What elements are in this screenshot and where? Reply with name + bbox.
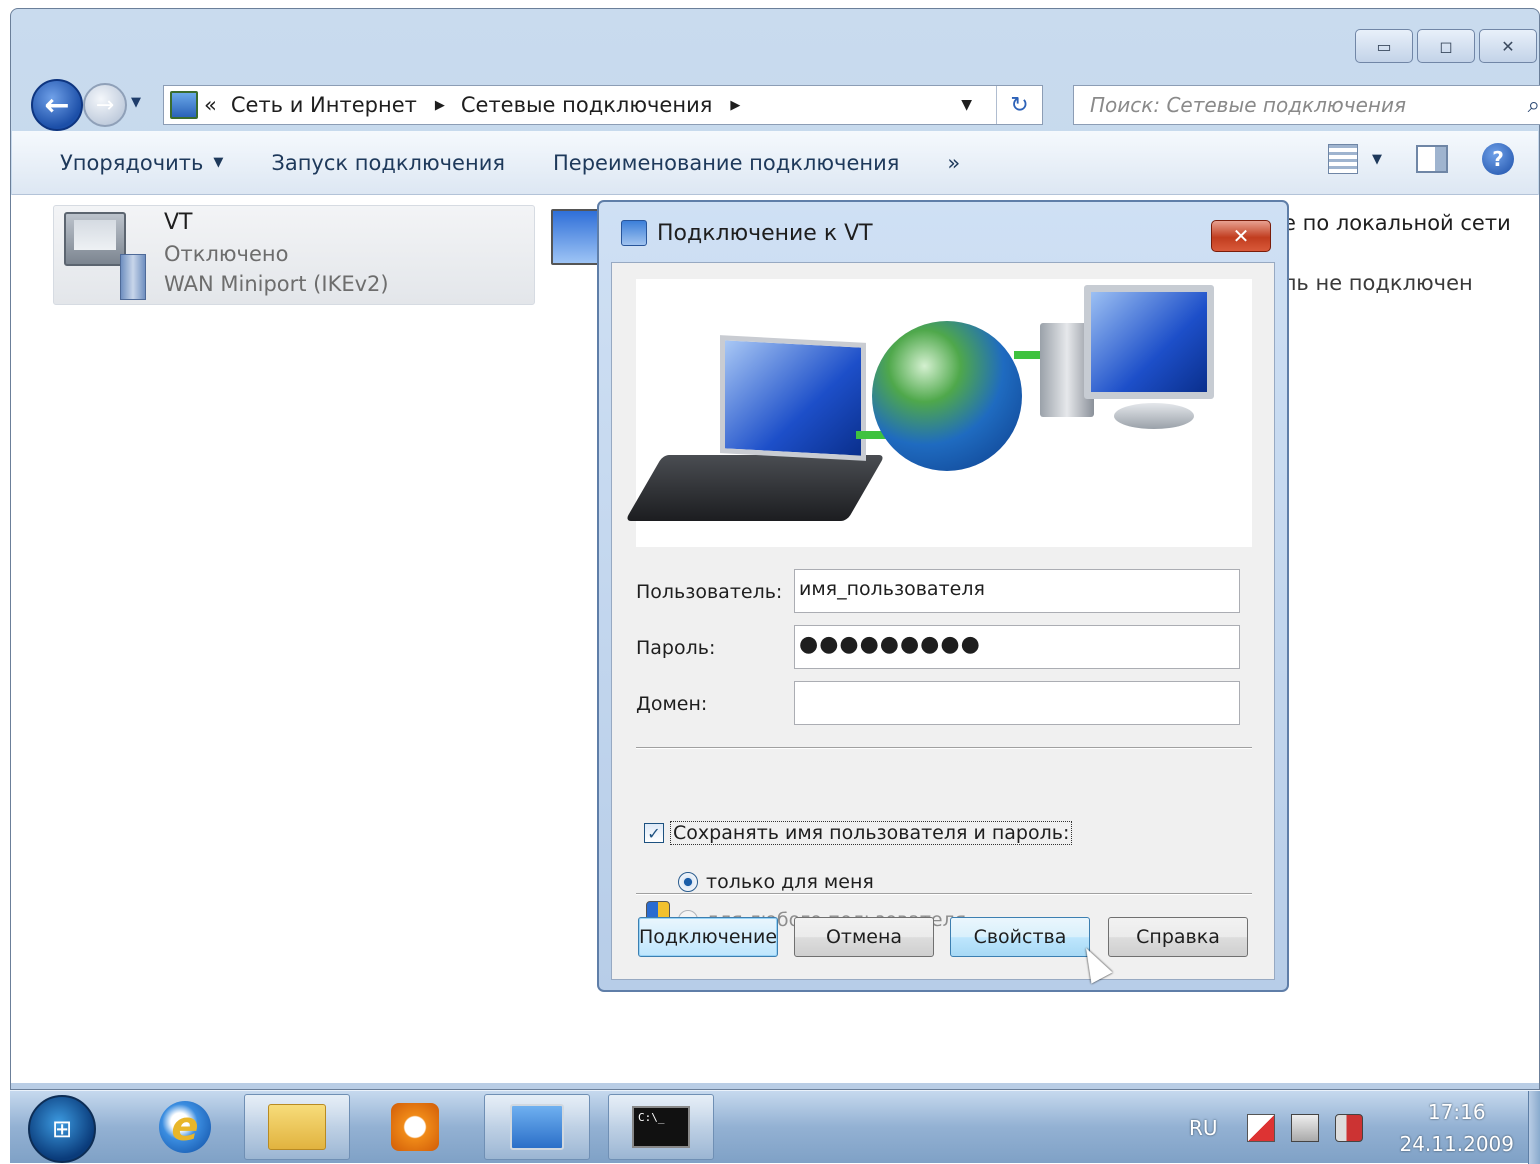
laptop-screen-illustration — [720, 335, 866, 461]
more-commands-button[interactable]: » — [947, 151, 960, 175]
network-illustration — [624, 279, 1252, 547]
local-connection-name-partial[interactable]: е по локальной сети — [1283, 211, 1511, 235]
rename-connection-button[interactable]: Переименование подключения — [553, 151, 899, 175]
save-credentials-checkbox[interactable]: ✓ Сохранять имя пользователя и пароль: — [644, 821, 1073, 845]
view-controls: ▼ ? — [1328, 143, 1514, 175]
action-center-icon[interactable] — [1247, 1113, 1276, 1142]
connect-button[interactable]: Подключение — [638, 917, 778, 957]
local-connection-status-partial: ль не подключен — [1283, 271, 1473, 295]
breadcrumb-network-internet[interactable]: Сеть и Интернет — [231, 93, 417, 117]
caption-buttons: ▭ ◻ ✕ — [1355, 29, 1537, 63]
breadcrumb-separator-icon[interactable]: ▶ — [730, 98, 740, 113]
preview-pane-icon[interactable] — [1416, 145, 1448, 173]
search-icon[interactable]: ⌕ — [1528, 93, 1540, 118]
password-field[interactable]: ●●●●●●●●● — [794, 625, 1240, 669]
navigation-bar: ← → ▼ « Сеть и Интернет ▶ Сетевые подклю… — [31, 75, 1540, 135]
breadcrumb-separator-icon[interactable]: ▶ — [435, 98, 445, 113]
media-player-icon — [391, 1103, 439, 1151]
connection-name: VT — [164, 210, 193, 235]
network-folder-icon — [170, 91, 198, 119]
help-icon[interactable]: ? — [1482, 143, 1514, 175]
more-commands-label: » — [947, 150, 961, 175]
cancel-button[interactable]: Отмена — [794, 917, 934, 957]
wan-miniport-icon — [120, 254, 146, 300]
taskbar: ⊞ e C:\_ RU 17:16 24.11.2009 — [10, 1090, 1540, 1164]
internet-explorer-icon: e — [159, 1101, 211, 1153]
monitor-stand-illustration — [1114, 403, 1194, 429]
local-network-icon[interactable] — [551, 209, 599, 265]
taskbar-item-cmd[interactable]: C:\_ — [608, 1094, 714, 1160]
chevron-down-icon: ▼ — [1372, 151, 1382, 167]
language-indicator[interactable]: RU — [1189, 1116, 1218, 1140]
dialog-title: Подключение к VT — [657, 220, 873, 246]
view-options-icon — [1328, 144, 1358, 174]
windows-start-icon[interactable]: ⊞ — [28, 1095, 96, 1163]
cmd-icon: C:\_ — [632, 1106, 690, 1148]
connection-status: Отключено — [164, 242, 289, 266]
clock-time: 17:16 — [1427, 1099, 1486, 1124]
view-options-button[interactable]: ▼ — [1328, 144, 1382, 174]
breadcrumb-network-connections[interactable]: Сетевые подключения — [461, 93, 713, 117]
history-dropdown-icon[interactable]: ▼ — [131, 95, 141, 110]
globe-icon — [872, 321, 1022, 471]
clock[interactable]: 17:16 24.11.2009 — [1399, 1096, 1514, 1160]
start-connection-button[interactable]: Запуск подключения — [271, 151, 505, 175]
taskbar-item-ie[interactable]: e — [132, 1094, 238, 1160]
connect-dialog: Подключение к VT ✕ Пользователь: имя_пол… — [597, 200, 1289, 992]
organize-label: Упорядочить — [60, 150, 204, 175]
checkmark-icon[interactable]: ✓ — [644, 823, 664, 843]
forward-arrow-icon[interactable]: → — [83, 83, 127, 127]
network-tray-icon[interactable] — [1291, 1113, 1320, 1142]
refresh-icon[interactable]: ↻ — [996, 86, 1042, 124]
vpn-connection-icon — [64, 212, 126, 266]
breadcrumb-overflow[interactable]: « — [204, 93, 217, 117]
domain-field[interactable] — [794, 681, 1240, 725]
taskbar-item-media-player[interactable] — [362, 1094, 468, 1160]
dialog-title-bar: Подключение к VT — [621, 220, 873, 246]
vpn-connection-icon — [621, 220, 647, 246]
radio-selected-icon[interactable] — [678, 872, 698, 892]
dialog-body: Пользователь: имя_пользователя Пароль: ●… — [611, 262, 1275, 980]
taskbar-item-control-panel[interactable] — [484, 1094, 590, 1160]
start-connection-label: Запуск подключения — [271, 150, 505, 175]
radio-only-me-label: только для меня — [706, 871, 874, 893]
close-window-button[interactable]: ✕ — [1479, 29, 1537, 63]
command-bar: Упорядочить ▼ Запуск подключения Переиме… — [12, 131, 1538, 195]
system-tray: RU 17:16 24.11.2009 — [1189, 1091, 1514, 1164]
connection-device: WAN Miniport (IKEv2) — [164, 272, 389, 296]
address-dropdown-icon[interactable]: ▼ — [961, 97, 972, 113]
control-panel-icon — [510, 1104, 564, 1150]
search-input[interactable]: Поиск: Сетевые подключения ⌕ — [1073, 85, 1540, 125]
laptop-illustration — [624, 455, 886, 521]
show-desktop-button[interactable] — [1528, 1091, 1540, 1164]
rename-connection-label: Переименование подключения — [553, 150, 900, 175]
volume-muted-icon[interactable] — [1335, 1113, 1364, 1142]
search-placeholder: Поиск: Сетевые подключения — [1090, 93, 1406, 117]
divider — [636, 893, 1252, 895]
radio-only-me[interactable]: только для меня — [678, 871, 874, 893]
explorer-folder-icon — [268, 1104, 326, 1150]
user-label: Пользователь: — [636, 581, 783, 603]
password-label: Пароль: — [636, 637, 716, 659]
clock-date: 24.11.2009 — [1399, 1131, 1514, 1156]
properties-button[interactable]: Свойства — [950, 917, 1090, 957]
dialog-close-button[interactable]: ✕ — [1211, 220, 1271, 252]
organize-menu[interactable]: Упорядочить ▼ — [60, 151, 223, 175]
taskbar-item-explorer[interactable] — [244, 1094, 350, 1160]
chevron-down-icon: ▼ — [213, 155, 224, 170]
back-arrow-icon[interactable]: ← — [31, 79, 83, 131]
maximize-button[interactable]: ◻ — [1417, 29, 1475, 63]
divider — [636, 747, 1252, 749]
save-credentials-label: Сохранять имя пользователя и пароль: — [670, 821, 1073, 845]
connection-item-vt[interactable]: VT Отключено WAN Miniport (IKEv2) — [53, 205, 535, 305]
username-field[interactable]: имя_пользователя — [794, 569, 1240, 613]
domain-label: Домен: — [636, 693, 708, 715]
monitor-illustration — [1084, 285, 1214, 399]
address-bar[interactable]: « Сеть и Интернет ▶ Сетевые подключения … — [163, 85, 1043, 125]
help-button[interactable]: Справка — [1108, 917, 1248, 957]
minimize-button[interactable]: ▭ — [1355, 29, 1413, 63]
